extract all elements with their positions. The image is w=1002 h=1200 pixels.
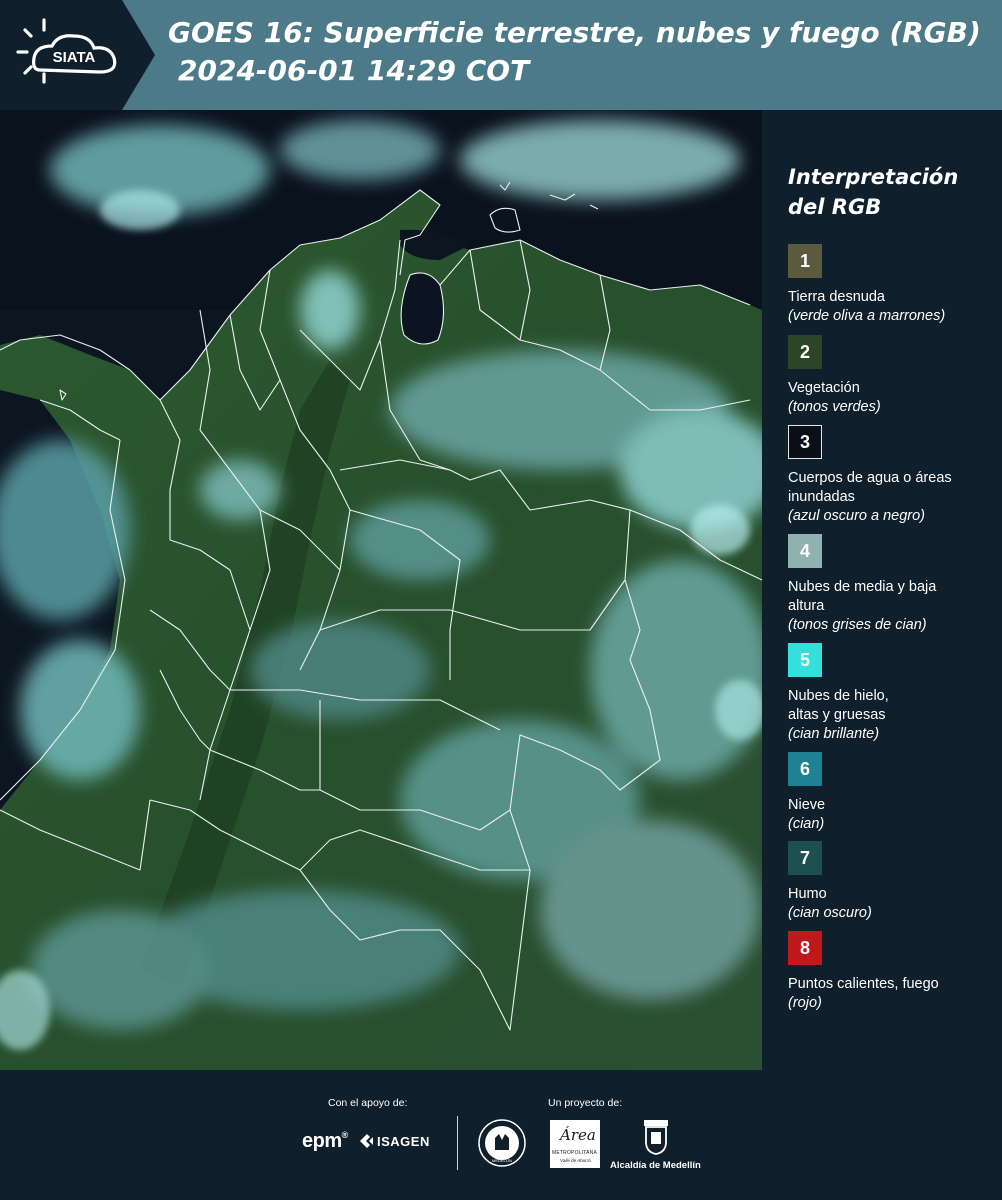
svg-text:MEDELLÍN: MEDELLÍN	[492, 1158, 512, 1163]
legend-item-sub: (cian oscuro)	[788, 905, 872, 921]
alcaldia-label: Alcaldía de Medellín	[610, 1160, 701, 1171]
legend-item-vegetation: 2 Vegetación (tonos verdes)	[788, 335, 998, 417]
legend-item-label: Nieve	[788, 797, 826, 813]
legend-item-ice-clouds: 5 Nubes de hielo, altas y gruesas (cian …	[788, 643, 998, 744]
area-metro-title: Área	[560, 1126, 596, 1144]
legend-swatch: 2	[788, 335, 822, 369]
siata-logo: SIATA	[0, 0, 155, 110]
legend-swatch: 3	[788, 425, 822, 459]
legend-item-label: Vegetación	[788, 380, 860, 396]
legend-item-fire: 8 Puntos calientes, fuego (rojo)	[788, 931, 998, 1013]
project-label: Un proyecto de:	[548, 1097, 623, 1109]
footer: Con el apoyo de: Un proyecto de: epm® IS…	[0, 1070, 1002, 1200]
legend-item-snow: 6 Nieve (cian)	[788, 752, 998, 834]
area-metro-line2: METROPOLITANA	[552, 1150, 598, 1156]
satellite-image	[0, 110, 762, 1070]
legend-item-sub: (rojo)	[788, 995, 822, 1011]
epm-logo-text: epm	[302, 1130, 342, 1152]
legend-item-label: Nubes de media y baja altura	[788, 579, 937, 614]
header-bar: SIATA GOES 16: Superficie terrestre, nub…	[0, 0, 1002, 110]
legend-item-sub: (tonos verdes)	[788, 399, 881, 415]
legend-swatch: 4	[788, 534, 822, 568]
legend-swatch: 5	[788, 643, 822, 677]
satellite-map	[0, 110, 762, 1070]
legend-item-sub: (verde oliva a marrones)	[788, 308, 946, 324]
area-metropolitana-logo: Área METROPOLITANA Valle de Aburrá	[550, 1120, 600, 1168]
legend-item-sub: (cian)	[788, 816, 825, 832]
legend-item-label: Tierra desnuda	[788, 289, 885, 305]
alcaldia-shield-icon	[642, 1118, 670, 1161]
legend-swatch: 1	[788, 244, 822, 278]
legend-swatch: 8	[788, 931, 822, 965]
epm-logo: epm®	[302, 1130, 348, 1152]
legend-item-sub: (azul oscuro a negro)	[788, 508, 926, 524]
rgb-legend-panel: Interpretación del RGB 1 Tierra desnuda …	[762, 110, 1002, 1070]
legend-item-mid-low-clouds: 4 Nubes de media y baja altura (tonos gr…	[788, 534, 998, 635]
legend-item-sub: (tonos grises de cian)	[788, 617, 927, 633]
legend-item-water: 3 Cuerpos de agua o áreas inundadas (azu…	[788, 425, 998, 526]
legend-item-label: Puntos calientes, fuego	[788, 976, 939, 992]
footer-divider	[457, 1116, 458, 1170]
legend-item-sub: (cian brillante)	[788, 726, 880, 742]
isagen-logo-text: ISAGEN	[377, 1134, 430, 1149]
legend-item-bare-soil: 1 Tierra desnuda (verde oliva a marrones…	[788, 244, 998, 326]
legend-item-label: Humo	[788, 886, 827, 902]
legend-title: Interpretación del RGB	[788, 162, 988, 222]
legend-item-smoke: 7 Humo (cian oscuro)	[788, 841, 998, 923]
legend-title-line-2: del RGB	[788, 195, 882, 219]
legend-item-label: Cuerpos de agua o áreas inundadas	[788, 470, 952, 505]
title-line-1: GOES 16: Superficie terrestre, nubes y f…	[168, 16, 981, 49]
svg-text:SIATA: SIATA	[53, 49, 96, 66]
title-timestamp: 2024-06-01 14:29 COT	[178, 54, 530, 87]
legend-item-label: Nubes de hielo, altas y gruesas	[788, 688, 889, 723]
legend-title-line-1: Interpretación	[788, 165, 959, 189]
legend-swatch: 6	[788, 752, 822, 786]
support-label: Con el apoyo de:	[328, 1097, 408, 1109]
legend-swatch: 7	[788, 841, 822, 875]
page-title: GOES 16: Superficie terrestre, nubes y f…	[168, 14, 998, 90]
university-seal-logo: MEDELLÍN	[477, 1118, 527, 1173]
isagen-logo: ISAGEN	[360, 1134, 430, 1149]
area-metro-line3: Valle de Aburrá	[560, 1158, 591, 1163]
isagen-mark-icon	[360, 1134, 374, 1148]
